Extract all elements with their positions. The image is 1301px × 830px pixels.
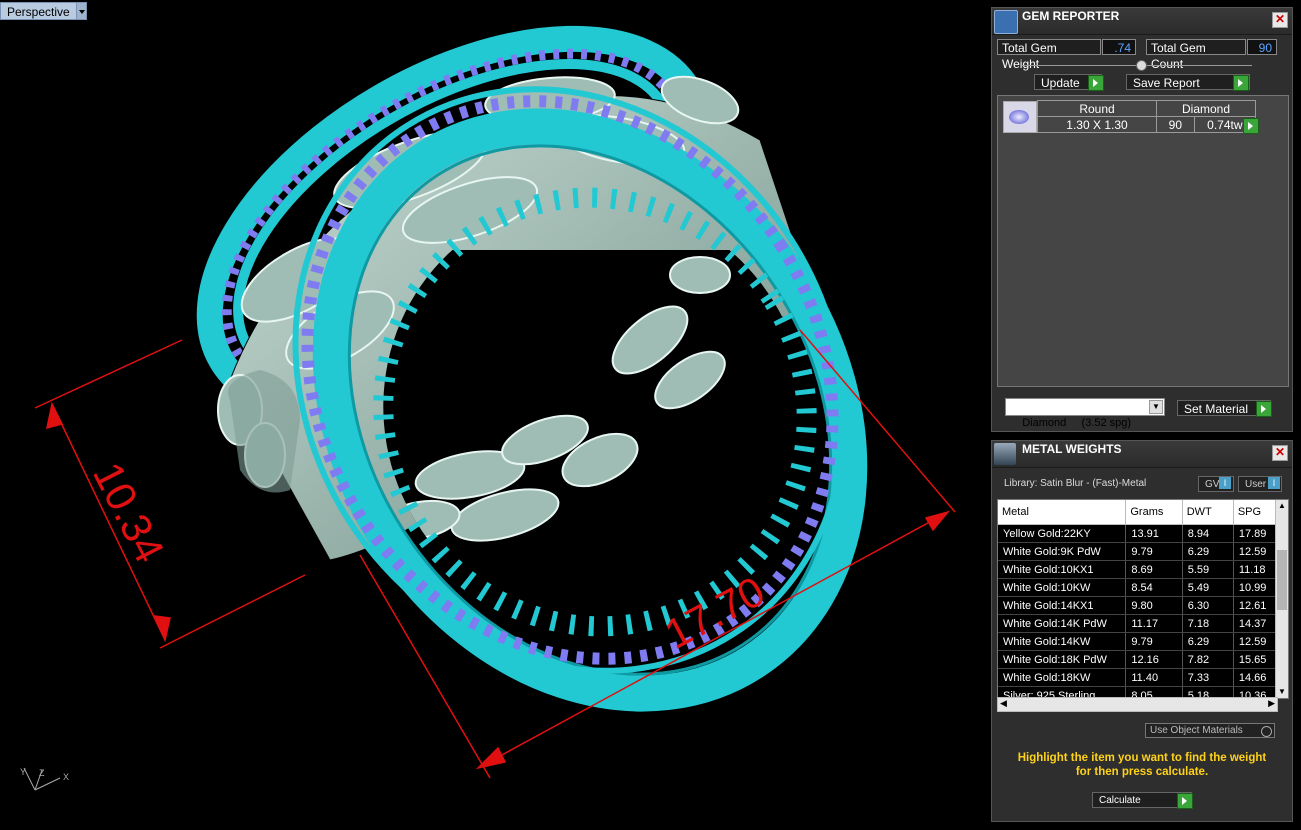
cell-grams: 8.69 bbox=[1125, 560, 1183, 579]
total-gem-weight-value: .74 bbox=[1102, 39, 1136, 55]
cell-grams: 9.79 bbox=[1125, 542, 1183, 561]
gem-reporter-titlebar: GEM REPORTER ✕ bbox=[992, 8, 1292, 35]
cell-grams: 11.17 bbox=[1125, 614, 1183, 633]
gem-size: 1.30 X 1.30 bbox=[1037, 116, 1157, 133]
dimension-height-label: 10.34 bbox=[84, 455, 174, 570]
cell-dwt: 7.33 bbox=[1182, 668, 1234, 687]
cell-dwt: 7.18 bbox=[1182, 614, 1234, 633]
viewport-name[interactable]: Perspective bbox=[0, 2, 77, 20]
scroll-left-icon[interactable]: ◀ bbox=[1000, 698, 1007, 709]
metal-weights-panel: METAL WEIGHTS ✕ Library: Satin Blur - (F… bbox=[991, 440, 1293, 822]
cell-grams: 13.91 bbox=[1125, 524, 1183, 543]
metal-weights-table[interactable]: Metal Grams DWT SPG Yellow Gold:22KY 13.9… bbox=[997, 499, 1289, 699]
gem-reporter-panel: GEM REPORTER ✕ Total Gem Weight .74 Tota… bbox=[991, 7, 1293, 432]
gem-material: Diamond bbox=[1156, 100, 1256, 117]
axis-z-label: Z bbox=[39, 768, 45, 778]
library-label: Library: Satin Blur - (Fast)-Metal bbox=[1004, 478, 1147, 489]
vertical-scrollbar[interactable]: ▲ ▼ bbox=[1275, 500, 1288, 698]
calculate-go-icon[interactable] bbox=[1177, 793, 1193, 809]
cell-metal: White Gold:9K PdW bbox=[998, 542, 1127, 561]
save-report-button[interactable]: Save Report bbox=[1126, 74, 1250, 90]
cell-grams: 9.79 bbox=[1125, 632, 1183, 651]
total-gem-count-value: 90 bbox=[1247, 39, 1277, 55]
cell-metal: White Gold:10KW bbox=[998, 578, 1127, 597]
gem-shape: Round bbox=[1037, 100, 1157, 117]
axis-y-label: Y bbox=[20, 767, 26, 777]
table-row[interactable]: White Gold:18K PdW 12.16 7.82 15.65 bbox=[998, 650, 1288, 669]
total-gem-weight-label: Total Gem Weight bbox=[997, 39, 1101, 71]
scroll-up-icon[interactable]: ▲ bbox=[1276, 500, 1288, 512]
cell-metal: Yellow Gold:22KY bbox=[998, 524, 1127, 543]
scroll-right-icon[interactable]: ▶ bbox=[1268, 698, 1275, 709]
chevron-down-icon[interactable]: ▼ bbox=[1149, 400, 1163, 414]
cell-grams: 11.40 bbox=[1125, 668, 1183, 687]
close-icon[interactable]: ✕ bbox=[1272, 445, 1288, 461]
table-row[interactable]: White Gold:10KX1 8.69 5.59 11.18 bbox=[998, 560, 1288, 579]
table-row[interactable]: White Gold:14KX1 9.80 6.30 12.61 bbox=[998, 596, 1288, 615]
gem-row-header: Round Diamond bbox=[1037, 100, 1256, 117]
col-dwt[interactable]: DWT bbox=[1182, 500, 1234, 525]
cell-dwt: 6.29 bbox=[1182, 632, 1234, 651]
update-go-icon[interactable] bbox=[1088, 75, 1104, 91]
viewport-tab[interactable]: Perspective bbox=[0, 2, 87, 20]
material-select-value: Diamond (3.52 spg) bbox=[1022, 417, 1132, 429]
cell-metal: White Gold:10KX1 bbox=[998, 560, 1127, 579]
cell-grams: 8.54 bbox=[1125, 578, 1183, 597]
gem-table: Round Diamond 1.30 X 1.30 90 0.74tw bbox=[1037, 100, 1257, 133]
material-select[interactable]: Diamond (3.52 spg) ▼ bbox=[1005, 398, 1165, 429]
cell-metal: White Gold:18KW bbox=[998, 668, 1127, 687]
axis-x-label: X bbox=[63, 772, 69, 782]
gem-list-area bbox=[997, 95, 1289, 387]
gem-shape-thumbnail bbox=[1003, 101, 1037, 133]
gv-info-icon[interactable]: I bbox=[1219, 477, 1231, 489]
save-report-go-icon[interactable] bbox=[1233, 75, 1249, 91]
viewport-menu-dropdown[interactable] bbox=[76, 2, 87, 20]
gem-row-values: 1.30 X 1.30 90 0.74tw bbox=[1037, 116, 1257, 133]
scroll-thumb[interactable] bbox=[1277, 550, 1287, 610]
horizontal-scrollbar[interactable]: ◀ ▶ bbox=[997, 697, 1278, 712]
metal-weights-icon bbox=[994, 443, 1016, 465]
total-gem-count-label: Total Gem Count bbox=[1146, 39, 1246, 71]
use-object-materials-toggle[interactable]: Use Object Materials bbox=[1145, 723, 1275, 738]
cell-metal: White Gold:14KW bbox=[998, 632, 1127, 651]
table-row[interactable]: White Gold:14K PdW 11.17 7.18 14.37 bbox=[998, 614, 1288, 633]
metal-table-body: Yellow Gold:22KY 13.91 8.94 17.89 White Gold… bbox=[998, 524, 1288, 698]
gem-slider-handle[interactable] bbox=[1136, 60, 1147, 71]
gem-row-go-icon[interactable] bbox=[1243, 118, 1259, 134]
cell-dwt: 6.30 bbox=[1182, 596, 1234, 615]
user-info-icon[interactable]: I bbox=[1268, 477, 1280, 489]
cell-dwt: 5.49 bbox=[1182, 578, 1234, 597]
metal-table-header: Metal Grams DWT SPG bbox=[998, 500, 1288, 525]
col-grams[interactable]: Grams bbox=[1125, 500, 1183, 525]
table-row[interactable]: White Gold:14KW 9.79 6.29 12.59 bbox=[998, 632, 1288, 651]
use-object-materials-label: Use Object Materials bbox=[1150, 725, 1243, 736]
gem-count: 90 bbox=[1156, 116, 1195, 133]
table-row[interactable]: White Gold:9K PdW 9.79 6.29 12.59 bbox=[998, 542, 1288, 561]
cell-metal: White Gold:14KX1 bbox=[998, 596, 1127, 615]
cell-dwt: 8.94 bbox=[1182, 524, 1234, 543]
col-metal[interactable]: Metal bbox=[998, 500, 1127, 525]
table-row[interactable]: White Gold:10KW 8.54 5.49 10.99 bbox=[998, 578, 1288, 597]
ring-3d-model[interactable]: 10.34 17.70 Y Z X bbox=[0, 0, 990, 830]
cell-dwt: 5.59 bbox=[1182, 560, 1234, 579]
gem-reporter-icon bbox=[994, 10, 1018, 34]
metal-weights-titlebar: METAL WEIGHTS ✕ bbox=[992, 441, 1292, 468]
cell-dwt: 7.82 bbox=[1182, 650, 1234, 669]
round-gem-icon bbox=[1009, 110, 1029, 124]
set-material-go-icon[interactable] bbox=[1256, 401, 1272, 417]
instruction-text: Highlight the item you want to find the … bbox=[1017, 752, 1267, 778]
cell-grams: 12.16 bbox=[1125, 650, 1183, 669]
metal-weights-title: METAL WEIGHTS bbox=[1022, 442, 1122, 456]
radio-icon[interactable] bbox=[1261, 726, 1272, 737]
cell-metal: White Gold:18K PdW bbox=[998, 650, 1127, 669]
cell-metal: White Gold:14K PdW bbox=[998, 614, 1127, 633]
cell-dwt: 6.29 bbox=[1182, 542, 1234, 561]
close-icon[interactable]: ✕ bbox=[1272, 12, 1288, 28]
cell-grams: 9.80 bbox=[1125, 596, 1183, 615]
table-row[interactable]: Yellow Gold:22KY 13.91 8.94 17.89 bbox=[998, 524, 1288, 543]
gem-reporter-title: GEM REPORTER bbox=[1022, 9, 1120, 23]
table-row[interactable]: White Gold:18KW 11.40 7.33 14.66 bbox=[998, 668, 1288, 687]
perspective-viewport[interactable]: 10.34 17.70 Y Z X Perspective bbox=[0, 0, 990, 830]
